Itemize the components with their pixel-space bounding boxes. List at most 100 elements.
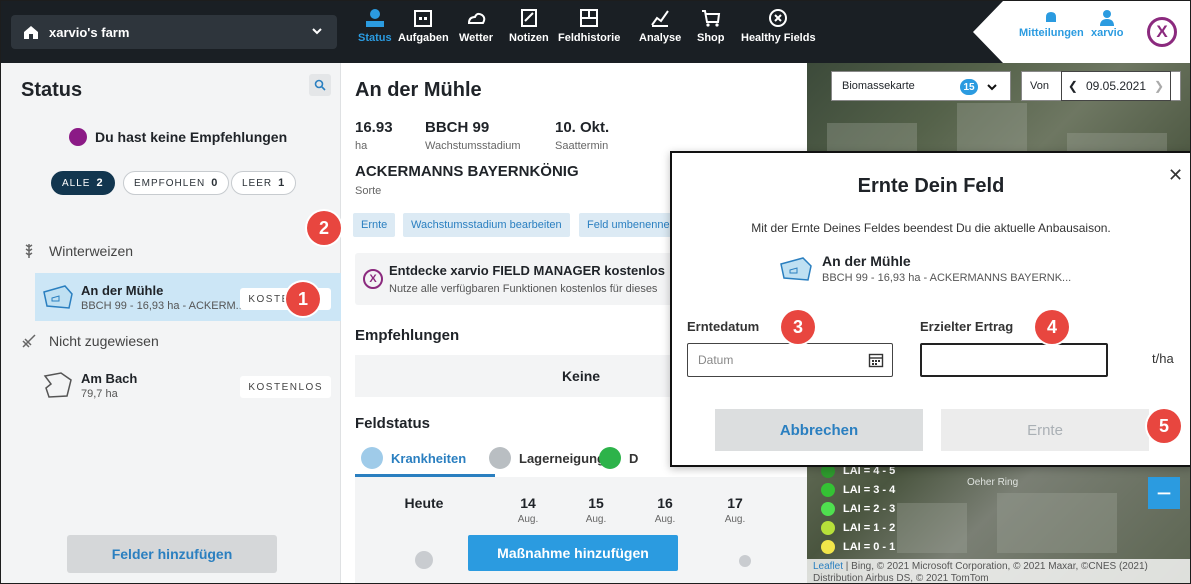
- field-details: BBCH 99 - 16,93 ha - ACKERM...: [81, 299, 245, 312]
- history-icon: [580, 9, 599, 27]
- map-layer-label: Biomassekarte: [842, 80, 915, 92]
- filter-recommended[interactable]: EMPFOHLEN 0: [123, 171, 230, 195]
- tab-label: Lagerneigung: [519, 450, 605, 466]
- field-name: Am Bach: [81, 370, 138, 386]
- stat-label: Wachstumsstadium: [425, 140, 521, 152]
- nav-aufgaben[interactable]: Aufgaben: [398, 7, 449, 44]
- nav-label: Aufgaben: [398, 32, 449, 44]
- search-button[interactable]: [309, 74, 331, 96]
- legend-label: LAI = 2 - 3: [843, 502, 896, 515]
- timeline-day: 15 Aug.: [571, 495, 621, 525]
- stat-bbch: BBCH 99 Wachstumsstadium: [425, 119, 521, 152]
- legend-swatch: [821, 539, 835, 554]
- close-icon[interactable]: ✕: [1168, 165, 1183, 186]
- chevron-left-icon[interactable]: ❮: [1068, 79, 1078, 93]
- no-recommendations-text: Du hast keine Empfehlungen: [95, 129, 288, 145]
- chevron-down-icon: [312, 28, 322, 35]
- nav-status[interactable]: Status: [358, 7, 392, 44]
- zoom-out-button[interactable]: −: [1148, 477, 1180, 509]
- map-building: [997, 493, 1117, 553]
- user-label: xarvio: [1091, 27, 1124, 39]
- lodging-icon: [489, 447, 511, 469]
- user-icon: [1100, 10, 1115, 26]
- day-number: Heute: [404, 495, 444, 511]
- yield-label: Erzielter Ertrag: [920, 319, 1014, 334]
- field-item-am-bach[interactable]: Am Bach 79,7 ha KOSTENLOS: [35, 361, 341, 409]
- harvest-confirm-button[interactable]: Ernte: [941, 409, 1149, 451]
- stat-value: 16.93: [355, 119, 393, 136]
- harvest-action-button[interactable]: Ernte: [353, 213, 396, 237]
- wheat-icon: [25, 244, 33, 258]
- lai-legend: LAI = 4 - 5 LAI = 3 - 4 LAI = 2 - 3 LAI …: [821, 461, 895, 556]
- leaflet-link[interactable]: Leaflet: [813, 561, 843, 572]
- harvest-dialog: Ernte Dein Feld ✕ Mit der Ernte Deines F…: [670, 151, 1190, 467]
- nav-feldhistorie[interactable]: Feldhistorie: [558, 7, 620, 44]
- tab-other[interactable]: D: [599, 447, 638, 469]
- harvest-date-input[interactable]: Datum: [687, 343, 893, 377]
- legend-label: LAI = 3 - 4: [843, 483, 896, 496]
- cancel-button[interactable]: Abbrechen: [715, 409, 923, 451]
- yield-input[interactable]: [920, 343, 1108, 377]
- nav-notizen[interactable]: Notizen: [509, 7, 549, 44]
- attribution-text: | Bing, © 2021 Microsoft Corporation, © …: [843, 561, 1148, 572]
- dialog-description: Mit der Ernte Deines Feldes beendest Du …: [751, 221, 1111, 235]
- nav-shop[interactable]: Shop: [697, 7, 725, 44]
- farm-selector[interactable]: xarvio's farm: [11, 15, 337, 49]
- step-marker-4: 4: [1035, 310, 1069, 344]
- tab-label: Krankheiten: [391, 450, 467, 466]
- calendar-icon[interactable]: [868, 352, 884, 368]
- map-layer-select[interactable]: Biomassekarte 15: [831, 71, 1011, 101]
- stat-label: ha: [355, 140, 368, 152]
- dialog-field-name: An der Mühle: [822, 253, 911, 269]
- filter-empty[interactable]: LEER 1: [231, 171, 297, 195]
- step-marker-3: 3: [781, 310, 815, 344]
- notifications-button[interactable]: Mitteilungen: [1019, 9, 1084, 39]
- dialog-field-details: BBCH 99 - 16,93 ha - ACKERMANNS BAYERNK.…: [822, 272, 1072, 284]
- chevron-right-icon[interactable]: ❯: [1154, 79, 1164, 93]
- tab-diseases[interactable]: Krankheiten: [361, 447, 466, 469]
- nav-label: Analyse: [639, 32, 682, 44]
- date-value: 09.05.2021: [1085, 79, 1147, 93]
- timeline-day: Heute: [399, 495, 449, 514]
- step-marker-1: 1: [286, 282, 320, 316]
- crop-group-label: Nicht zugewiesen: [49, 333, 159, 349]
- filter-count: 1: [278, 177, 286, 189]
- filter-all[interactable]: ALLE 2: [51, 171, 115, 195]
- nav-label: Status: [358, 32, 392, 44]
- filter-label: EMPFOHLEN: [134, 177, 206, 189]
- promo-title: Entdecke xarvio FIELD MANAGER kostenlos: [389, 263, 665, 278]
- legend-label: LAI = 1 - 2: [843, 521, 896, 534]
- xarvio-promo-icon: X: [363, 269, 383, 289]
- tab-label: D: [629, 450, 639, 466]
- stat-value: BBCH 99: [425, 119, 490, 136]
- nav-healthy-fields[interactable]: Healthy Fields: [741, 7, 816, 44]
- search-icon: [314, 79, 326, 91]
- day-number: 16: [657, 495, 673, 511]
- nav-analyse[interactable]: Analyse: [639, 7, 681, 44]
- legend-item: LAI = 1 - 2: [821, 518, 895, 537]
- xarvio-logo-icon[interactable]: X: [1147, 17, 1177, 47]
- status-sidebar: Status Du hast keine Empfehlungen ALLE 2 …: [1, 63, 341, 583]
- recommendations-heading: Empfehlungen: [355, 327, 460, 344]
- crop-group-winterweizen: Winterweizen: [21, 243, 133, 259]
- step-marker-2: 2: [307, 211, 341, 245]
- chevron-down-icon: [987, 84, 997, 91]
- date-picker[interactable]: ❮ 09.05.2021 ❯: [1061, 71, 1171, 101]
- add-fields-button[interactable]: Felder hinzufügen: [67, 535, 277, 573]
- step-marker-5: 5: [1147, 409, 1181, 443]
- analysis-icon: [651, 10, 669, 27]
- user-menu-button[interactable]: xarvio: [1091, 9, 1123, 39]
- legend-item: LAI = 0 - 1: [821, 537, 895, 556]
- stat-value: 10. Okt.: [555, 119, 610, 136]
- nav-wetter[interactable]: Wetter: [459, 7, 493, 44]
- timeline-day: 16 Aug.: [640, 495, 690, 525]
- top-navigation-bar: xarvio's farm Status Aufgaben Wetter Not…: [1, 1, 1190, 63]
- add-measure-button[interactable]: Maßnahme hinzufügen: [468, 535, 678, 571]
- edit-growth-stage-button[interactable]: Wachstumsstadium bearbeiten: [403, 213, 570, 237]
- nav-label: Wetter: [459, 32, 494, 44]
- stat-label: Saattermin: [555, 140, 609, 152]
- rename-field-button[interactable]: Feld umbenennen: [579, 213, 684, 237]
- timeline-dot-icon: [739, 555, 751, 567]
- field-status-heading: Feldstatus: [355, 415, 431, 432]
- tab-lodging[interactable]: Lagerneigung: [489, 447, 605, 469]
